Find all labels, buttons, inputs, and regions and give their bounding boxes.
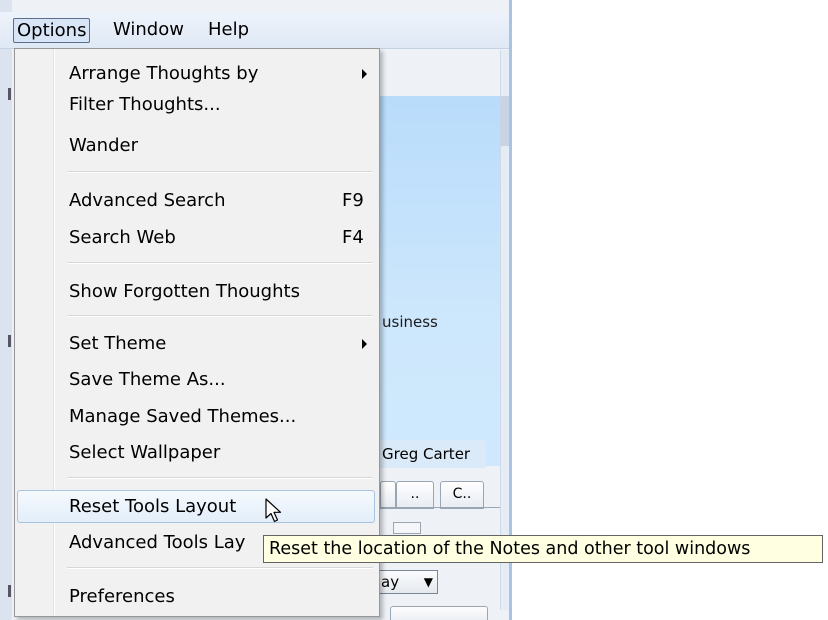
thought-canvas[interactable] [378,96,500,466]
menu-item-label: Preferences [69,586,175,607]
tool-tab[interactable]: .. [396,481,434,509]
tooltip: Reset the location of the Notes and othe… [263,535,823,563]
menu-item-advanced-search[interactable]: Advanced Search F9 [17,185,375,216]
menu-item-label: Show Forgotten Thoughts [69,281,300,302]
menu-item-label: Reset Tools Layout [69,496,237,517]
scrollbar-thumb[interactable] [500,96,509,146]
menu-separator [67,262,373,264]
menu-item-reset-tools-layout[interactable]: Reset Tools Layout [17,490,375,523]
menu-item-arrange-thoughts-by[interactable]: Arrange Thoughts by [17,58,375,89]
menu-item-wander[interactable]: Wander [17,130,375,161]
menu-help[interactable]: Help [205,18,252,42]
left-edge-mark [8,585,11,597]
menu-item-label: Save Theme As... [69,369,226,390]
tool-tab[interactable]: C.. [440,481,484,509]
menu-bar: Options Window Help [0,12,509,49]
menu-item-label: Set Theme [69,333,167,354]
chevron-down-icon: ▼ [423,575,433,589]
menu-item-label: Advanced Search [69,190,226,211]
menu-item-shortcut: F4 [342,227,364,248]
menu-item-select-wallpaper[interactable]: Select Wallpaper [17,437,375,468]
menu-separator [67,315,373,317]
thought-label[interactable]: usiness [382,313,438,331]
menu-options[interactable]: Options [13,18,91,43]
submenu-arrow-icon [362,69,367,79]
options-menu: Arrange Thoughts by Filter Thoughts... W… [14,48,380,617]
menu-item-label: Manage Saved Themes... [69,406,297,427]
person-thought[interactable]: Greg Carter [378,440,486,468]
menu-item-filter-thoughts[interactable]: Filter Thoughts... [17,89,375,120]
left-edge-mark [8,88,11,100]
menu-item-label: Wander [69,135,138,156]
menu-item-search-web[interactable]: Search Web F4 [17,222,375,253]
menu-item-label: Select Wallpaper [69,442,221,463]
menu-item-save-theme-as[interactable]: Save Theme As... [17,364,375,395]
menu-item-label: Filter Thoughts... [69,94,221,115]
window-right-border [509,0,512,620]
arrow-pointer-icon [265,498,282,523]
tab-strip-divider [378,507,500,508]
menu-item-label: Arrange Thoughts by [69,63,259,84]
menu-separator [67,171,373,173]
menu-item-show-forgotten-thoughts[interactable]: Show Forgotten Thoughts [17,276,375,307]
menu-separator [67,477,373,479]
menu-item-manage-saved-themes[interactable]: Manage Saved Themes... [17,401,375,432]
menu-item-set-theme[interactable]: Set Theme [17,328,375,359]
menu-item-label: Search Web [69,227,176,248]
left-edge-mark [8,335,11,347]
tool-tab[interactable] [380,481,396,509]
menu-item-label: Advanced Tools Lay [69,532,246,553]
day-select-value: ay [381,573,400,591]
menu-item-shortcut: F9 [342,190,364,211]
menu-window[interactable]: Window [110,18,187,42]
tool-button[interactable] [390,606,488,620]
tool-control[interactable] [393,522,421,534]
day-select[interactable]: ay ▼ [378,570,438,594]
menu-separator [67,567,373,569]
submenu-arrow-icon [362,339,367,349]
menu-item-preferences[interactable]: Preferences [17,581,375,612]
